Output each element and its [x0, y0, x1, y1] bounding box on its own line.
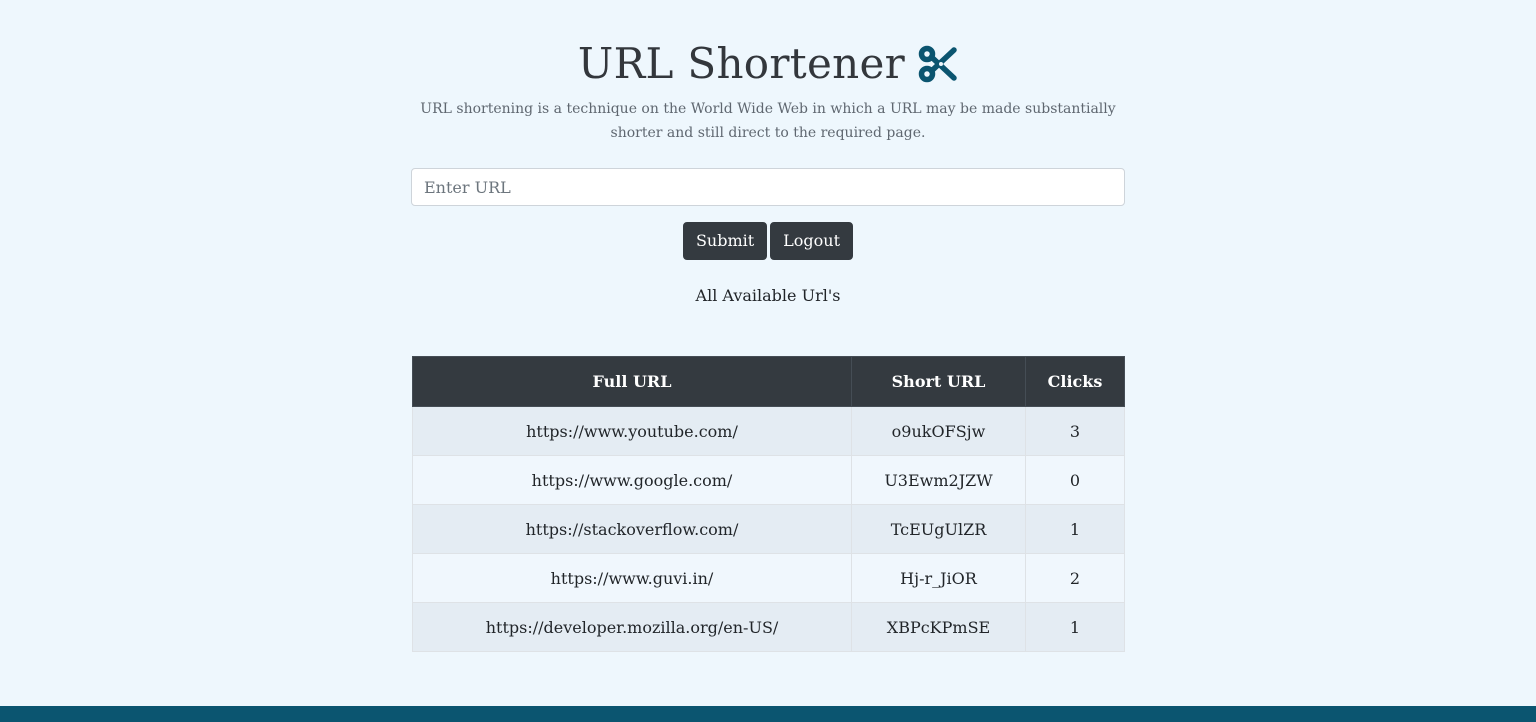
clicks-cell: 0: [1025, 455, 1125, 505]
header: URL Shortener: [411, 38, 1125, 90]
url-table: Full URL Short URL Clicks https://www.yo…: [412, 356, 1125, 652]
page-description: URL shortening is a technique on the Wor…: [420, 101, 1116, 141]
form-actions: Submit Logout: [411, 222, 1125, 260]
footer-bar: [0, 706, 1536, 722]
column-header-short-url: Short URL: [851, 356, 1026, 407]
full-url-cell: https://www.guvi.in/: [412, 553, 852, 603]
table-row: https://www.google.com/ U3Ewm2JZW 0: [412, 455, 1125, 505]
scissors-icon: [918, 45, 958, 83]
short-url-link[interactable]: U3Ewm2JZW: [851, 455, 1026, 505]
full-url-cell: https://www.youtube.com/: [412, 406, 852, 456]
short-url-link[interactable]: o9ukOFSjw: [851, 406, 1026, 456]
short-url-link[interactable]: TcEUgUlZR: [851, 504, 1026, 554]
clicks-cell: 3: [1025, 406, 1125, 456]
page-title: URL Shortener: [577, 39, 905, 88]
column-header-clicks: Clicks: [1025, 356, 1125, 407]
full-url-cell: https://stackoverflow.com/: [412, 504, 852, 554]
clicks-cell: 2: [1025, 553, 1125, 603]
clicks-cell: 1: [1025, 602, 1125, 652]
table-header-row: Full URL Short URL Clicks: [412, 356, 1125, 407]
submit-button[interactable]: Submit: [682, 222, 768, 260]
url-list-heading: All Available Url's: [695, 286, 841, 305]
table-row: https://stackoverflow.com/ TcEUgUlZR 1: [412, 504, 1125, 554]
url-input[interactable]: [411, 168, 1125, 206]
logout-button[interactable]: Logout: [770, 222, 854, 260]
table-row: https://www.youtube.com/ o9ukOFSjw 3: [412, 406, 1125, 456]
short-url-link[interactable]: Hj-r_JiOR: [851, 553, 1026, 603]
table-row: https://developer.mozilla.org/en-US/ XBP…: [412, 602, 1125, 652]
full-url-cell: https://www.google.com/: [412, 455, 852, 505]
full-url-cell: https://developer.mozilla.org/en-US/: [412, 602, 852, 652]
column-header-full-url: Full URL: [412, 356, 852, 407]
table-row: https://www.guvi.in/ Hj-r_JiOR 2: [412, 553, 1125, 603]
clicks-cell: 1: [1025, 504, 1125, 554]
short-url-link[interactable]: XBPcKPmSE: [851, 602, 1026, 652]
